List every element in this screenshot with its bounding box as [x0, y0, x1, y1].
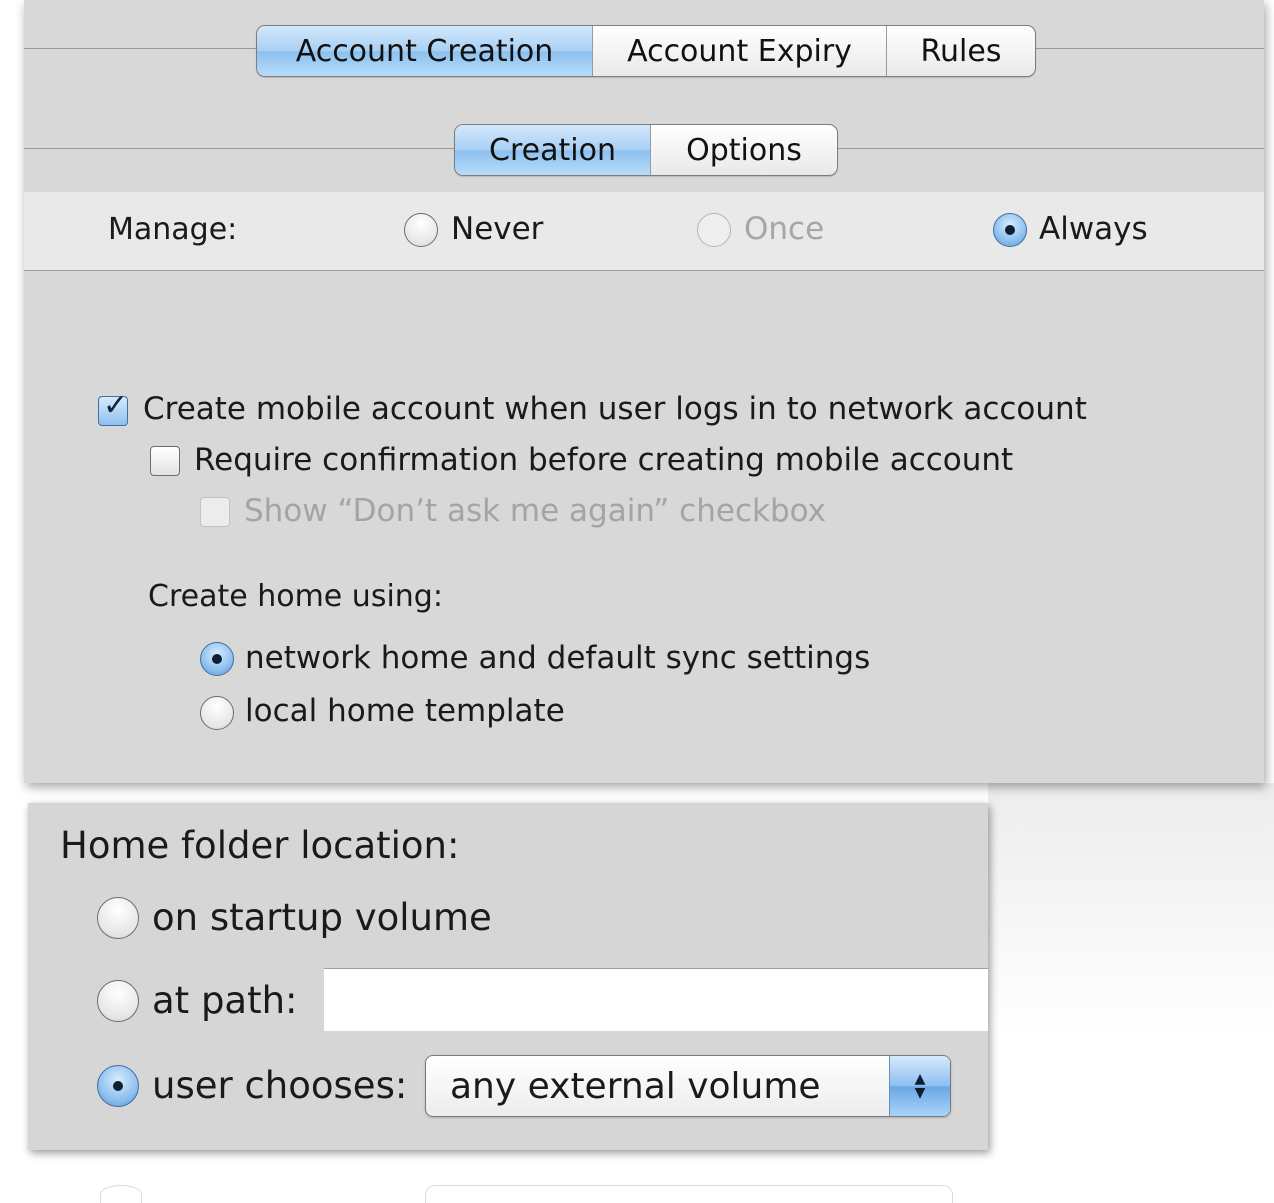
require-confirmation-label[interactable]: Require confirmation before creating mob… [194, 442, 1013, 478]
updown-arrows-icon: ▲ ▼ [889, 1056, 950, 1116]
network-home-label[interactable]: network home and default sync settings [245, 640, 870, 676]
at-path-radio[interactable] [97, 980, 139, 1022]
create-mobile-checkbox[interactable]: ✓ [98, 391, 128, 426]
manage-always-label[interactable]: Always [1039, 211, 1148, 247]
manage-never-label[interactable]: Never [451, 211, 543, 247]
manage-once-radio[interactable] [697, 213, 731, 247]
at-path-label[interactable]: at path: [152, 979, 298, 1022]
background-fade [988, 783, 1274, 1202]
tab-account-expiry[interactable]: Account Expiry [593, 26, 887, 76]
sub-tab-bar: Creation Options [454, 124, 838, 176]
tab-options[interactable]: Options [651, 125, 837, 175]
checkmark-icon: ✓ [103, 388, 129, 423]
divider-line [24, 48, 256, 49]
startup-volume-label[interactable]: on startup volume [152, 896, 492, 939]
create-mobile-label[interactable]: Create mobile account when user logs in … [143, 391, 1087, 427]
faint-popup-partial [425, 1185, 953, 1203]
local-home-template-label[interactable]: local home template [245, 693, 565, 729]
manage-once-label[interactable]: Once [744, 211, 824, 247]
show-dont-ask-checkbox[interactable] [200, 497, 230, 527]
divider-line [1036, 48, 1264, 49]
startup-volume-radio[interactable] [97, 897, 139, 939]
manage-never-radio[interactable] [404, 213, 438, 247]
user-chooses-label[interactable]: user chooses: [152, 1064, 407, 1107]
local-home-template-radio[interactable] [200, 696, 234, 730]
home-folder-location-label: Home folder location: [60, 824, 460, 867]
divider-line [838, 148, 1264, 149]
network-home-radio[interactable] [200, 642, 234, 676]
manage-label: Manage: [108, 212, 238, 247]
tab-rules[interactable]: Rules [887, 26, 1035, 76]
volume-popup-button[interactable]: any external volume ▲ ▼ [425, 1055, 951, 1117]
divider-line [24, 148, 454, 149]
manage-always-radio[interactable] [993, 213, 1027, 247]
volume-popup-value: any external volume [450, 1066, 821, 1107]
path-input[interactable] [324, 968, 988, 1031]
show-dont-ask-label[interactable]: Show “Don’t ask me again” checkbox [244, 493, 826, 529]
create-home-using-label: Create home using: [148, 579, 443, 614]
require-confirmation-checkbox[interactable] [150, 446, 180, 476]
tab-creation[interactable]: Creation [455, 125, 651, 175]
top-tab-bar: Account Creation Account Expiry Rules [256, 25, 1036, 77]
user-chooses-radio[interactable] [97, 1065, 139, 1107]
faint-radio-partial [100, 1185, 142, 1203]
tab-account-creation[interactable]: Account Creation [257, 26, 593, 76]
